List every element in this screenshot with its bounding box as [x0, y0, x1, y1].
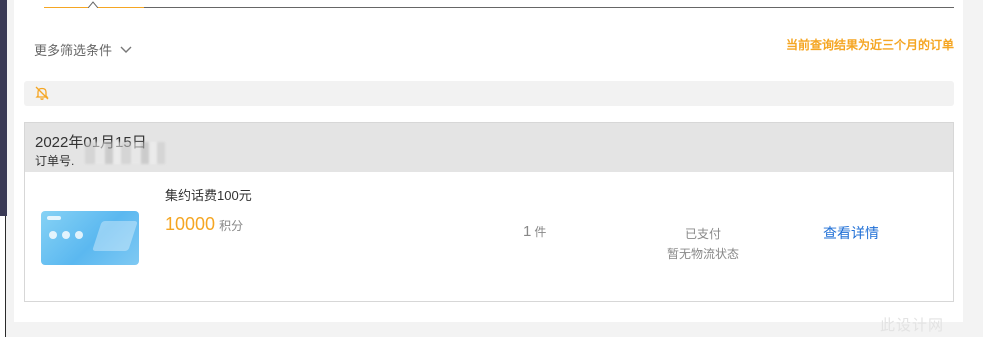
points-value: 10000: [165, 214, 216, 234]
caret-up-icon: [88, 1, 98, 8]
product-name[interactable]: 集约话费100元: [165, 185, 252, 204]
left-edge-frame: [0, 216, 6, 337]
tab-divider: [144, 7, 954, 8]
product-thumbnail[interactable]: [41, 211, 139, 265]
watermark: 此设计网: [880, 317, 945, 334]
left-edge-strip: [0, 0, 7, 216]
order-header: 2022年01月15日 订单号.: [25, 123, 953, 172]
points-unit: 积分: [219, 219, 244, 233]
order-status: 已支付 暂无物流状态: [625, 224, 781, 264]
quantity-value: 1: [523, 223, 532, 240]
order-card: 2022年01月15日 订单号. 集约话费100元 10000 积分 1 件 已…: [24, 122, 954, 302]
thumbnail-card-shape: [92, 221, 138, 251]
product-price: 10000 积分: [165, 214, 243, 235]
order-number-redacted: [85, 142, 165, 164]
bell-off-icon: [35, 86, 49, 100]
order-quantity: 1 件: [523, 223, 546, 240]
tip-bar: [24, 81, 954, 106]
more-filters-label: 更多筛选条件: [34, 43, 113, 58]
logistics-status: 暂无物流状态: [666, 247, 739, 261]
thumbnail-dots: [49, 231, 83, 239]
view-details-link[interactable]: 查看详情: [823, 223, 879, 243]
more-filters-toggle[interactable]: 更多筛选条件: [34, 40, 132, 59]
query-range-notice: 当前查询结果为近三个月的订单: [785, 38, 954, 52]
payment-status: 已支付: [684, 227, 721, 241]
order-number-label: 订单号.: [35, 154, 75, 168]
carrier-logo-icon: [47, 216, 61, 220]
chevron-down-icon: [120, 46, 132, 53]
quantity-unit: 件: [534, 225, 547, 239]
